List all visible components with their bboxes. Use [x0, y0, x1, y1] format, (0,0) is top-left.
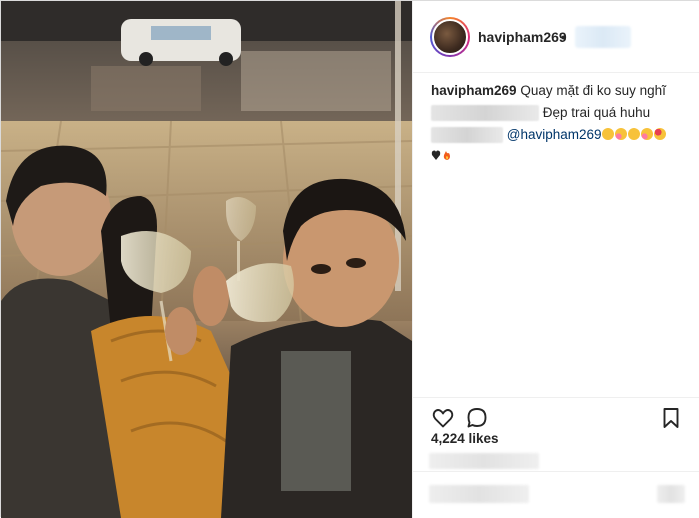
emoji-icon	[627, 128, 640, 140]
comment-text: Đẹp trai quá huhu	[542, 105, 651, 120]
header-username[interactable]: havipham269	[478, 29, 567, 45]
mention-link[interactable]: @havipham269	[507, 127, 602, 142]
post-side-panel: havipham269 • havipham269 Quay mặt đi ko…	[412, 1, 699, 518]
emoji-group	[601, 127, 667, 142]
comment-row	[431, 147, 691, 169]
avatar[interactable]	[432, 19, 468, 55]
header-separator: •	[561, 29, 566, 45]
comments-list: havipham269 Quay mặt đi ko suy nghĩ Đẹp …	[431, 81, 691, 169]
blurred-timestamp	[429, 453, 539, 469]
blurred-post-button[interactable]	[657, 485, 685, 503]
heart-fire-emoji-icon	[431, 150, 450, 160]
caption-row: havipham269 Quay mặt đi ko suy nghĩ	[431, 81, 691, 103]
blurred-comment-input[interactable]	[429, 485, 529, 503]
heart-icon[interactable]	[431, 406, 455, 430]
bookmark-icon[interactable]	[659, 406, 683, 430]
instagram-post: havipham269 • havipham269 Quay mặt đi ko…	[0, 0, 699, 518]
emoji-icon	[601, 128, 614, 140]
caption-username[interactable]: havipham269	[431, 83, 517, 98]
blurred-commenter-name	[431, 105, 539, 122]
comment-bubble-icon[interactable]	[465, 406, 489, 430]
action-bar	[413, 397, 699, 433]
post-photo[interactable]	[1, 1, 412, 518]
emoji-icon	[640, 128, 653, 140]
like-count[interactable]: 4,224 likes	[431, 431, 499, 446]
blurred-commenter-name	[431, 127, 503, 144]
post-header: havipham269 •	[413, 1, 699, 73]
comment-row: Đẹp trai quá huhu	[431, 103, 691, 125]
comment-row: @havipham269	[431, 125, 691, 147]
story-ring[interactable]	[430, 17, 470, 57]
caption-text: Quay mặt đi ko suy nghĩ	[520, 83, 666, 98]
photo-illustration	[1, 1, 412, 518]
heart-eyes-emoji-icon	[653, 128, 666, 140]
emoji-icon	[614, 128, 627, 140]
blurred-follow-button[interactable]	[575, 26, 631, 48]
divider	[413, 471, 699, 472]
